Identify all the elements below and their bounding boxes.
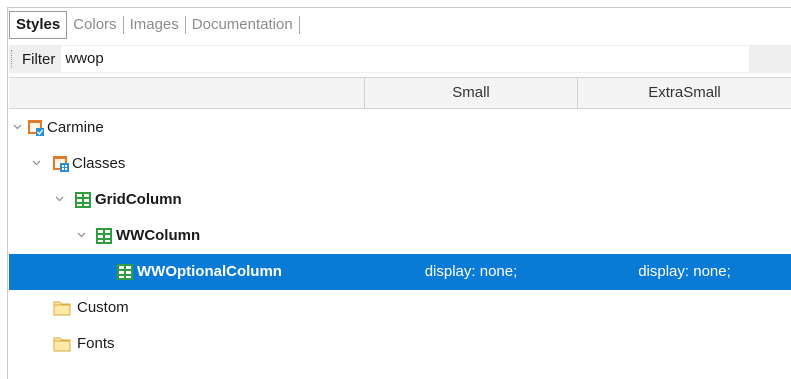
styles-tree: Carmine Classes GridColumn WWColumn WWOp… <box>9 110 791 362</box>
filter-label: Filter <box>22 50 56 68</box>
tab-colors[interactable]: Colors <box>67 11 122 39</box>
folder-icon <box>53 337 71 352</box>
tree-label: WWColumn <box>116 227 201 244</box>
tab-images[interactable]: Images <box>124 11 185 39</box>
cell-extrasmall-value[interactable]: display: none; <box>578 254 791 290</box>
folder-icon <box>53 301 71 316</box>
tree-row-carmine[interactable]: Carmine <box>9 110 791 146</box>
tree-row-classes[interactable]: Classes <box>9 146 791 182</box>
tree-row-custom[interactable]: Custom <box>9 290 791 326</box>
grid-class-icon <box>117 264 133 280</box>
column-header: Small ExtraSmall <box>9 77 791 109</box>
tree-label: Custom <box>77 299 129 316</box>
tree-row-gridcolumn[interactable]: GridColumn <box>9 182 791 218</box>
tab-separator <box>298 16 300 34</box>
tree-label: WWOptionalColumn <box>137 263 282 280</box>
theme-icon <box>28 120 44 136</box>
filter-input[interactable] <box>61 46 750 72</box>
chevron-down-icon[interactable] <box>32 158 41 167</box>
tree-label: Classes <box>72 155 126 172</box>
grid-class-icon <box>75 192 91 208</box>
grid-class-icon <box>96 228 112 244</box>
tab-styles[interactable]: Styles <box>9 11 68 39</box>
column-header-small[interactable]: Small <box>365 78 577 108</box>
tree-label: GridColumn <box>95 191 182 208</box>
tree-label: Fonts <box>77 335 115 352</box>
tab-strip: Styles Colors Images Documentation <box>9 11 300 39</box>
cell-small-value[interactable]: display: none; <box>365 254 577 290</box>
chevron-down-icon[interactable] <box>55 194 64 203</box>
tree-row-wwcolumn[interactable]: WWColumn <box>9 218 791 254</box>
chevron-down-icon[interactable] <box>77 230 86 239</box>
toolbar-grip[interactable] <box>11 50 14 68</box>
panel-border-top <box>7 7 791 8</box>
tab-documentation[interactable]: Documentation <box>186 11 299 39</box>
classes-icon <box>53 156 69 172</box>
column-header-extrasmall[interactable]: ExtraSmall <box>578 78 791 108</box>
panel-border-left <box>7 7 8 379</box>
tree-row-wwoptionalcolumn[interactable]: WWOptionalColumn display: none; display:… <box>9 254 791 290</box>
chevron-down-icon[interactable] <box>13 122 22 131</box>
tree-label: Carmine <box>47 119 104 136</box>
tree-row-fonts[interactable]: Fonts <box>9 326 791 362</box>
filter-bar: Filter <box>9 45 791 73</box>
